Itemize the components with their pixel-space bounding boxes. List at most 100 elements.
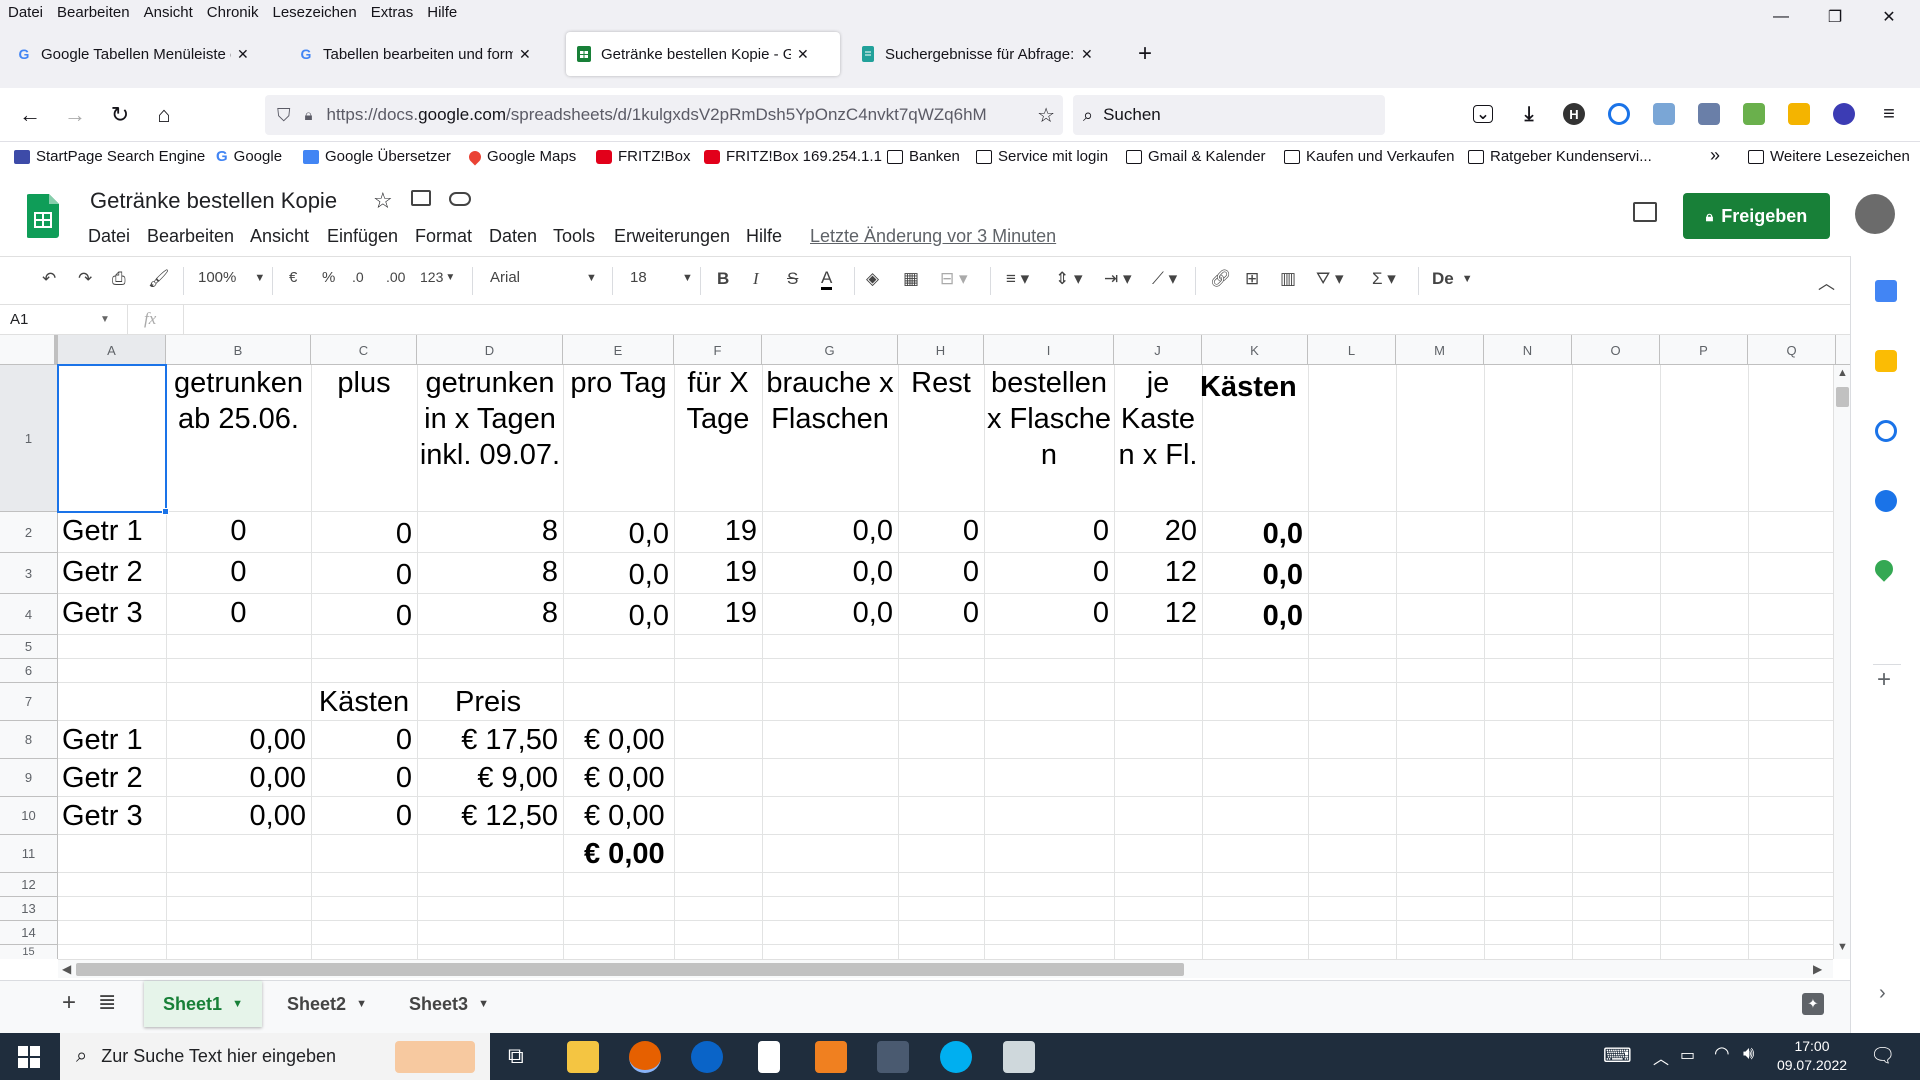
cell-j3[interactable]: 12 (1114, 554, 1197, 590)
col-header-h[interactable]: H (898, 335, 984, 365)
sheets-menu-format[interactable]: Format (415, 226, 472, 247)
bookmark-folder-weitere[interactable]: Weitere Lesezeichen (1748, 148, 1910, 165)
cell-h3[interactable]: 0 (898, 554, 979, 590)
tab-suchergebnisse[interactable]: Suchergebnisse für Abfrage: go ✕ (850, 32, 1122, 76)
col-header-o[interactable]: O (1572, 335, 1660, 365)
cell-c2[interactable]: 0 (311, 516, 412, 552)
reload-icon[interactable]: ↻ (105, 100, 135, 130)
maps-icon[interactable] (1871, 556, 1897, 582)
cell-c3[interactable]: 0 (311, 557, 412, 593)
row-header-11[interactable]: 11 (0, 835, 58, 873)
borders-icon[interactable]: ▦ (903, 269, 919, 289)
cell-h4[interactable]: 0 (898, 595, 979, 631)
row-header-8[interactable]: 8 (0, 721, 58, 759)
italic-button[interactable]: I (753, 269, 759, 289)
extension-bird-icon[interactable] (1743, 103, 1765, 125)
home-icon[interactable]: ⌂ (149, 100, 179, 130)
search-input[interactable]: ⌕ Suchen (1073, 95, 1385, 135)
redo-icon[interactable]: ↷ (78, 269, 92, 289)
cell-e4[interactable]: 0,0 (563, 598, 669, 634)
tasks-icon[interactable] (1875, 420, 1897, 442)
skype-icon[interactable] (940, 1041, 972, 1073)
scroll-down-icon[interactable]: ▼ (1837, 941, 1848, 953)
menu-lesezeichen[interactable]: Lesezeichen (272, 4, 356, 21)
cell-h1[interactable]: Rest (898, 365, 984, 401)
tab-tabellen-bearbeiten[interactable]: G Tabellen bearbeiten und format ✕ (288, 32, 560, 76)
wifi-icon[interactable]: ◠ (1714, 1043, 1730, 1064)
cell-j2[interactable]: 20 (1114, 513, 1197, 549)
row-header-14[interactable]: 14 (0, 921, 58, 945)
cell-c1[interactable]: plus (311, 365, 417, 401)
sheets-menu-tools[interactable]: Tools (553, 226, 595, 247)
camera-icon[interactable] (877, 1041, 909, 1073)
sheets-menu-erweiterungen[interactable]: Erweiterungen (614, 226, 730, 247)
col-header-j[interactable]: J (1114, 335, 1202, 365)
close-tab-icon[interactable]: ✕ (237, 46, 249, 63)
extension-profile-icon[interactable] (1833, 103, 1855, 125)
strikethrough-button[interactable]: S (787, 269, 798, 289)
col-header-p[interactable]: P (1660, 335, 1748, 365)
url-bar[interactable]: ⛉ 🔒︎ https://docs.google.com/spreadsheet… (265, 95, 1063, 135)
sheets-menu-datei[interactable]: Datei (88, 226, 130, 247)
scroll-up-icon[interactable]: ▲ (1837, 367, 1848, 379)
tray-chevron-icon[interactable]: ︿ (1653, 1045, 1669, 1069)
bookmark-folder-ratgeber[interactable]: Ratgeber Kundenservi... (1468, 148, 1652, 165)
cell-k4[interactable]: 0,0 (1202, 598, 1303, 634)
contacts-icon[interactable] (1875, 490, 1897, 512)
sheets-logo-icon[interactable] (26, 194, 59, 243)
menu-bearbeiten[interactable]: Bearbeiten (57, 4, 130, 21)
extension-pen-icon[interactable] (1698, 103, 1720, 125)
col-header-q[interactable]: Q (1748, 335, 1836, 365)
cell-e1[interactable]: pro Tag (563, 365, 674, 401)
cell-c8[interactable]: 0 (311, 722, 412, 758)
cell-g2[interactable]: 0,0 (762, 513, 893, 549)
collapse-toolbar-icon[interactable]: ︿ (1818, 269, 1835, 294)
app-orange-icon[interactable] (815, 1041, 847, 1073)
cell-j4[interactable]: 12 (1114, 595, 1197, 631)
cell-g1[interactable]: brauche x Flaschen (762, 365, 898, 437)
add-sheet-icon[interactable]: + (62, 989, 76, 1017)
row-header-7[interactable]: 7 (0, 683, 58, 721)
keyboard-icon[interactable]: ⌨ (1603, 1043, 1632, 1068)
cell-b4[interactable]: 0 (166, 595, 311, 631)
notifications-icon[interactable]: 🗨︎ (1870, 1043, 1895, 1068)
bookmark-google-maps[interactable]: Google Maps (466, 148, 576, 165)
decrease-decimal-button[interactable]: .0 (352, 269, 364, 285)
tab-google-tabellen-menueleiste[interactable]: G Google Tabellen Menüleiste ein ✕ (6, 32, 278, 76)
cell-b3[interactable]: 0 (166, 554, 311, 590)
text-color-button[interactable]: A (821, 269, 833, 290)
vertical-scrollbar[interactable]: ▲ ▼ (1833, 365, 1850, 959)
cell-f3[interactable]: 19 (674, 554, 757, 590)
row-header-6[interactable]: 6 (0, 659, 58, 683)
cell-e11[interactable]: € 0,00 (584, 836, 665, 872)
volume-icon[interactable]: 🔊︎ (1743, 1043, 1754, 1064)
cell-e9[interactable]: € 0,00 (584, 760, 665, 796)
sheet-tab-sheet2[interactable]: Sheet2 ▼ (268, 981, 386, 1027)
battery-icon[interactable]: ▭ (1680, 1045, 1695, 1065)
col-header-m[interactable]: M (1396, 335, 1484, 365)
bookmark-folder-kaufen[interactable]: Kaufen und Verkaufen (1284, 148, 1454, 165)
star-icon[interactable]: ☆ (373, 188, 393, 214)
extension-screen-icon[interactable] (1653, 103, 1675, 125)
select-all-corner[interactable] (0, 335, 58, 365)
cell-d10[interactable]: € 12,50 (417, 798, 558, 834)
col-header-n[interactable]: N (1484, 335, 1572, 365)
cell-a8[interactable]: Getr 1 (62, 722, 143, 758)
taskbar-search-input[interactable]: ⌕ Zur Suche Text hier eingeben (60, 1033, 490, 1080)
cell-f4[interactable]: 19 (674, 595, 757, 631)
cell-g4[interactable]: 0,0 (762, 595, 893, 631)
bookmark-fritzbox[interactable]: FRITZ!Box (596, 148, 691, 165)
close-tab-icon[interactable]: ✕ (797, 46, 809, 63)
insert-comment-icon[interactable]: ⊞ (1245, 269, 1259, 289)
explore-icon[interactable]: ✦ (1802, 993, 1824, 1015)
sheet-tab-sheet1[interactable]: Sheet1 ▼ (144, 981, 262, 1027)
cell-a10[interactable]: Getr 3 (62, 798, 143, 834)
text-wrap-icon[interactable]: ⇥ ▾ (1104, 269, 1132, 289)
row-header-2[interactable]: 2 (0, 512, 58, 553)
cell-e2[interactable]: 0,0 (563, 516, 669, 552)
bookmark-folder-service[interactable]: Service mit login (976, 148, 1108, 165)
functions-icon[interactable]: Σ ▾ (1372, 269, 1396, 289)
cell-c7[interactable]: Kästen (311, 684, 417, 720)
sheets-menu-daten[interactable]: Daten (489, 226, 537, 247)
cell-a2[interactable]: Getr 1 (62, 513, 143, 549)
